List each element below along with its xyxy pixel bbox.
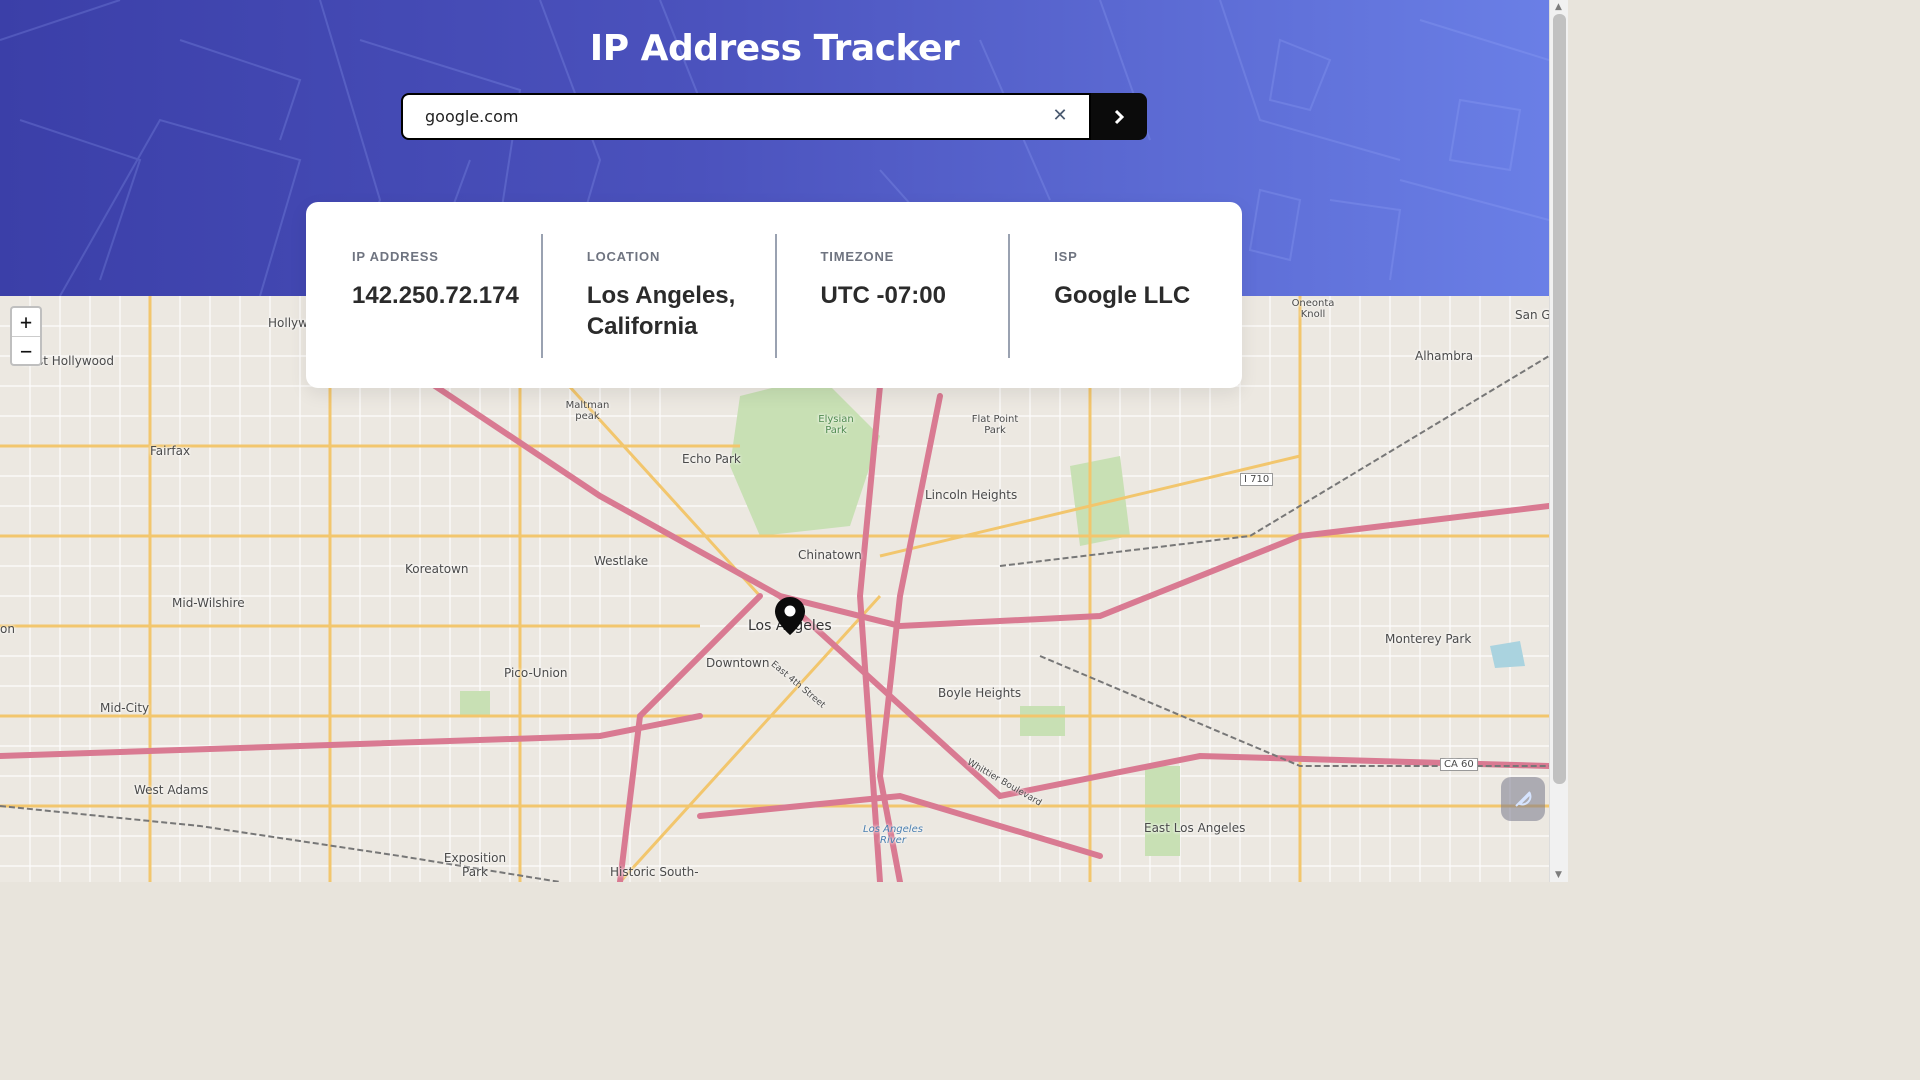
info-label: IP Address <box>352 249 439 264</box>
map-label: Hollyw <box>268 316 308 330</box>
map-label: Historic South- <box>610 865 699 879</box>
ip-info-card: IP Address 142.250.72.174 Location Los A… <box>306 202 1242 388</box>
info-value: 142.250.72.174 <box>352 282 519 309</box>
map-label: Oneonta Knoll <box>1291 298 1335 320</box>
zoom-in-button[interactable]: + <box>12 308 40 336</box>
map-label: Flat Point Park <box>971 414 1019 436</box>
info-value: Los Angeles, California <box>586 282 736 340</box>
info-value: Google LLC <box>1054 282 1191 309</box>
scroll-thumb[interactable] <box>1553 14 1566 784</box>
search-submit-button[interactable] <box>1091 93 1147 140</box>
info-timezone: Timezone UTC -07:00 <box>774 234 1009 358</box>
close-icon[interactable]: ✕ <box>1049 105 1071 127</box>
map-label: on <box>0 622 15 636</box>
map-label: Pico-Union <box>504 666 568 680</box>
map-label: Chinatown <box>798 548 862 562</box>
map-label: Mid-Wilshire <box>172 596 245 610</box>
info-label: Timezone <box>820 249 895 264</box>
info-isp: ISP Google LLC <box>1008 234 1242 358</box>
chevron-right-icon <box>1114 109 1125 124</box>
info-label: Location <box>586 249 661 264</box>
info-location: Location Los Angeles, California <box>540 234 775 358</box>
info-ip-address: IP Address 142.250.72.174 <box>306 234 541 356</box>
map-label: Exposition Park <box>443 851 507 879</box>
map-label: Lincoln Heights <box>925 488 1018 502</box>
map-label: Monterey Park <box>1385 632 1472 646</box>
map-label: Maltman peak <box>565 400 610 422</box>
map-label: Mid-City <box>100 701 150 715</box>
map-label: West Adams <box>134 783 209 797</box>
location-pin-icon[interactable] <box>774 596 806 640</box>
map-label: Downtown <box>706 656 770 670</box>
map-label: Elysian Park <box>818 414 854 436</box>
zoom-control: + − <box>10 306 42 366</box>
page-title: IP Address Tracker <box>589 28 960 69</box>
map-label: Fairfax <box>150 444 191 458</box>
map-label: Alhambra <box>1415 349 1474 363</box>
map-label: San G <box>1515 308 1549 322</box>
zoom-out-button[interactable]: − <box>12 336 40 364</box>
scrollbar[interactable]: ▲ ▼ <box>1549 0 1568 882</box>
map-label: Los Angeles River <box>863 824 923 846</box>
info-value: UTC -07:00 <box>820 282 946 309</box>
route-shield: I 710 <box>1240 473 1274 486</box>
scroll-down-arrow[interactable]: ▼ <box>1555 870 1562 880</box>
map-label: Koreatown <box>405 562 469 576</box>
scroll-up-arrow[interactable]: ▲ <box>1555 2 1562 12</box>
map-label: Westlake <box>594 554 649 568</box>
map-label: Echo Park <box>682 452 741 466</box>
info-label: ISP <box>1054 249 1078 264</box>
search-bar: ✕ <box>401 93 1147 140</box>
route-shield: CA 60 <box>1440 758 1478 771</box>
map-label: East Los Angeles <box>1144 821 1246 835</box>
feather-icon[interactable] <box>1501 777 1545 821</box>
search-input[interactable] <box>401 93 1091 140</box>
map-label: Boyle Heights <box>938 686 1022 700</box>
